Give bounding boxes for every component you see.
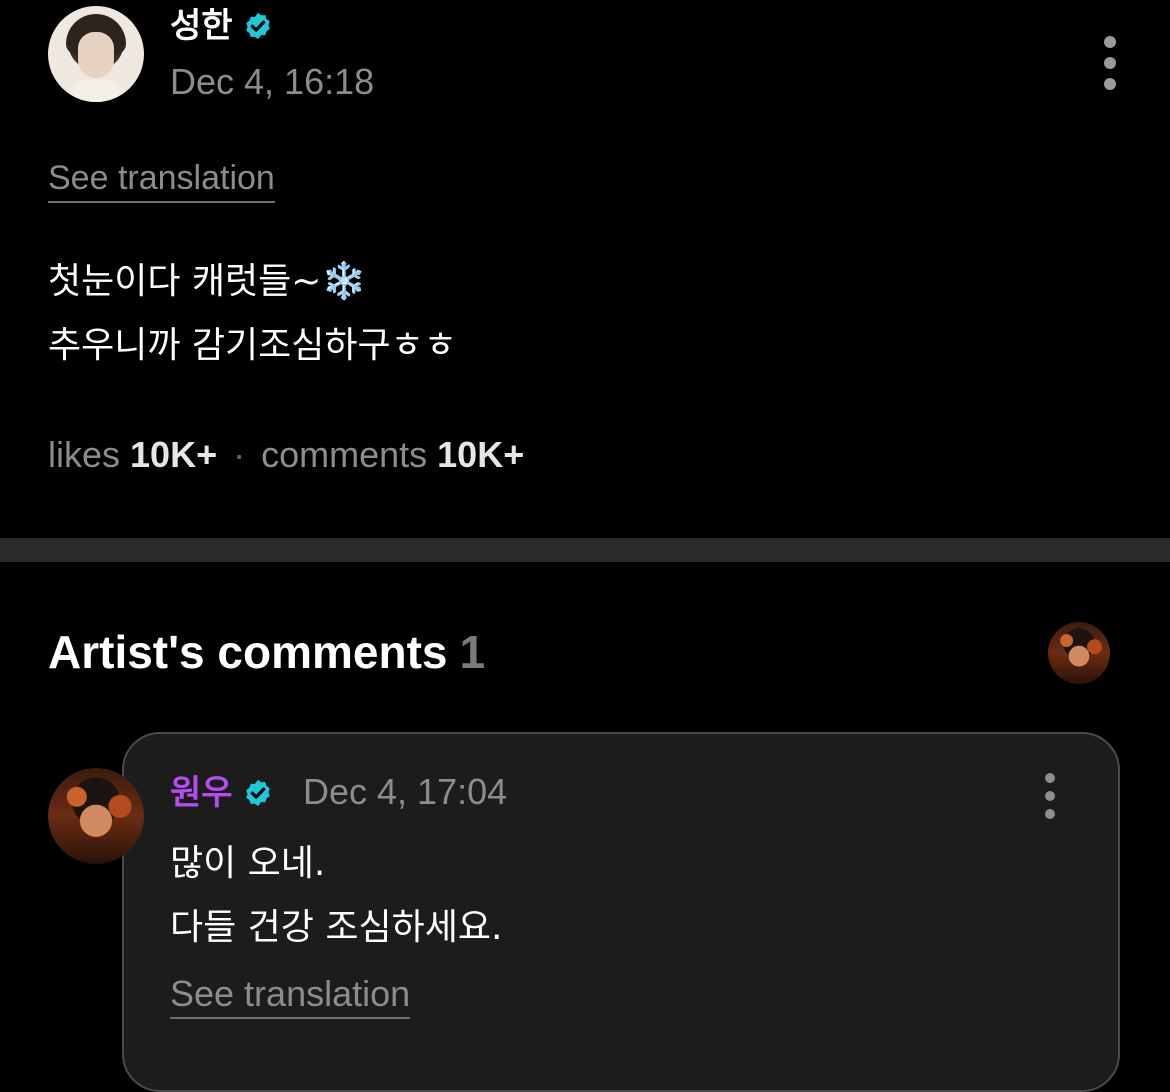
verified-badge-icon <box>245 779 270 807</box>
post-author-name[interactable]: 성한 <box>170 4 233 48</box>
verified-badge-icon <box>245 12 270 40</box>
stats-separator: · <box>233 434 246 475</box>
likes-count[interactable]: 10K+ <box>130 434 217 475</box>
post-body-line: 추우니까 감기조심하구ㅎㅎ <box>48 325 457 366</box>
section-divider <box>0 538 1170 562</box>
post-timestamp: Dec 4, 16:18 <box>170 61 375 102</box>
comment-author-name[interactable]: 원우 <box>170 770 233 816</box>
comments-count[interactable]: 10K+ <box>437 434 524 475</box>
likes-label[interactable]: likes <box>48 434 120 475</box>
comment-author[interactable]: 원우 <box>170 770 273 816</box>
artist-comments-count: 1 <box>459 626 486 678</box>
comment-author-avatar[interactable] <box>48 768 144 864</box>
post-body-line: 첫눈이다 캐럿들~❄️ <box>48 261 367 302</box>
comment-body-line: 많이 오네. <box>170 843 326 884</box>
comment-timestamp: Dec 4, 17:04 <box>303 771 508 812</box>
comment-body: 많이 오네. 다들 건강 조심하세요. <box>170 832 502 960</box>
comment-see-translation-link[interactable]: See translation <box>170 974 411 1019</box>
post-body: 첫눈이다 캐럿들~❄️ 추우니까 감기조심하구ㅎㅎ <box>48 250 457 378</box>
artist-avatar-small[interactable] <box>1048 622 1110 684</box>
see-translation-link[interactable]: See translation <box>48 158 275 203</box>
post-stats: likes 10K+ · comments 10K+ <box>48 430 524 480</box>
more-vertical-icon[interactable] <box>1098 36 1122 90</box>
more-vertical-icon[interactable] <box>1038 773 1062 819</box>
post-author[interactable]: 성한 <box>170 4 273 48</box>
artist-comments-title: Artist's comments 1 <box>48 622 485 682</box>
comments-label[interactable]: comments <box>261 434 427 475</box>
author-avatar[interactable] <box>48 6 144 102</box>
artist-comments-label: Artist's comments <box>48 626 448 678</box>
comment-body-line: 다들 건강 조심하세요. <box>170 907 503 948</box>
